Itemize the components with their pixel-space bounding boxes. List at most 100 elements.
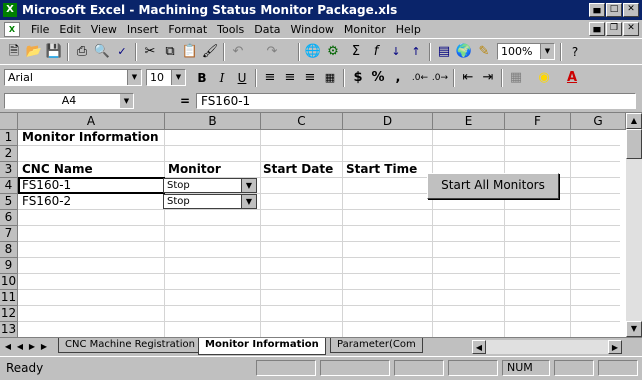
last-sheet-icon[interactable]: ▶: [38, 340, 50, 353]
paste-function-icon[interactable]: f: [366, 43, 386, 61]
menu-edit[interactable]: Edit: [54, 23, 85, 36]
row-header-11[interactable]: 11: [0, 290, 18, 306]
menu-tools[interactable]: Tools: [212, 23, 249, 36]
align-right-icon[interactable]: ≡: [300, 69, 320, 87]
menu-data[interactable]: Data: [249, 23, 285, 36]
cut-icon[interactable]: ✂: [140, 43, 160, 61]
column-header-f[interactable]: F: [505, 113, 571, 130]
new-icon[interactable]: 🗎: [4, 43, 24, 61]
print-icon[interactable]: ⎙: [72, 43, 92, 61]
sort-ascending-icon[interactable]: ↓: [386, 43, 406, 61]
tab-parameter[interactable]: Parameter(Com: [330, 338, 423, 353]
menu-window[interactable]: Window: [286, 23, 339, 36]
column-header-c[interactable]: C: [261, 113, 343, 130]
row-header-10[interactable]: 10: [0, 274, 18, 290]
autosum-icon[interactable]: Σ: [346, 43, 366, 61]
chevron-down-icon[interactable]: ▼: [540, 44, 554, 59]
horizontal-scrollbar[interactable]: ◀ ▶: [472, 340, 622, 354]
menu-insert[interactable]: Insert: [122, 23, 164, 36]
workbook-icon[interactable]: X: [4, 21, 20, 37]
scroll-right-icon[interactable]: ▶: [608, 340, 622, 354]
name-box[interactable]: A4 ▼: [4, 93, 134, 109]
sheet-title[interactable]: Monitor Information: [22, 130, 159, 145]
menu-format[interactable]: Format: [163, 23, 212, 36]
save-icon[interactable]: 💾: [44, 43, 64, 61]
underline-icon[interactable]: U: [232, 69, 252, 87]
row-header-7[interactable]: 7: [0, 226, 18, 242]
percent-icon[interactable]: %: [368, 69, 388, 87]
row-header-13[interactable]: 13: [0, 322, 18, 337]
cnc-name-cell[interactable]: FS160-2: [22, 194, 71, 209]
row-header-3[interactable]: 3: [0, 162, 18, 178]
cnc-name-cell[interactable]: FS160-1: [18, 177, 165, 194]
column-header-g[interactable]: G: [571, 113, 626, 130]
drawing-icon[interactable]: ✎: [474, 43, 494, 61]
hyperlink-icon[interactable]: 🌐: [303, 43, 323, 61]
bold-icon[interactable]: B: [192, 69, 212, 87]
print-preview-icon[interactable]: 🔍: [92, 43, 112, 61]
fill-color-icon[interactable]: ◉: [534, 69, 554, 87]
help-icon[interactable]: ?: [565, 43, 585, 61]
row-header-4[interactable]: 4: [0, 178, 18, 194]
select-all-corner[interactable]: [0, 113, 18, 130]
equals-sign[interactable]: =: [180, 94, 190, 108]
decrease-decimal-icon[interactable]: .0→: [430, 69, 450, 87]
doc-restore-button[interactable]: ❐: [606, 22, 622, 36]
row-header-9[interactable]: 9: [0, 258, 18, 274]
map-icon[interactable]: 🌍: [454, 43, 474, 61]
sort-descending-icon[interactable]: ↑: [406, 43, 426, 61]
copy-icon[interactable]: ⧉: [160, 43, 180, 61]
currency-icon[interactable]: $: [348, 69, 368, 87]
doc-close-button[interactable]: ✕: [623, 22, 639, 36]
prev-sheet-icon[interactable]: ◀: [14, 340, 26, 353]
header-monitor[interactable]: Monitor: [168, 162, 221, 177]
column-header-b[interactable]: B: [165, 113, 261, 130]
open-icon[interactable]: 📂: [24, 43, 44, 61]
chevron-down-icon[interactable]: ▼: [171, 70, 185, 85]
row-header-2[interactable]: 2: [0, 146, 18, 162]
undo-icon[interactable]: ↶: [228, 43, 248, 61]
chevron-down-icon[interactable]: ▼: [120, 94, 133, 108]
italic-icon[interactable]: I: [212, 69, 232, 87]
zoom-select[interactable]: 100% ▼: [497, 43, 555, 60]
column-header-e[interactable]: E: [433, 113, 505, 130]
align-left-icon[interactable]: ≡: [260, 69, 280, 87]
borders-icon[interactable]: ▦: [506, 69, 526, 87]
header-start-date[interactable]: Start Date: [263, 162, 333, 177]
menu-monitor[interactable]: Monitor: [339, 23, 391, 36]
menu-help[interactable]: Help: [391, 23, 426, 36]
spelling-icon[interactable]: ✓: [112, 43, 132, 61]
spreadsheet-grid[interactable]: A B C D E F G 1 2 3 4 5 6 7 8 9 10 11 12…: [0, 113, 642, 337]
monitor-dropdown[interactable]: Stop ▼: [163, 178, 257, 193]
tab-cnc-machine-registration[interactable]: CNC Machine Registration: [58, 338, 202, 353]
start-all-monitors-button[interactable]: Start All Monitors: [427, 173, 559, 199]
first-sheet-icon[interactable]: ◀: [2, 340, 14, 353]
column-header-d[interactable]: D: [343, 113, 433, 130]
row-header-1[interactable]: 1: [0, 130, 18, 146]
chevron-down-icon[interactable]: ▼: [127, 70, 141, 85]
chart-wizard-icon[interactable]: ▤: [434, 43, 454, 61]
font-color-icon[interactable]: A: [562, 69, 582, 87]
font-select[interactable]: Arial ▼: [4, 69, 142, 86]
menu-view[interactable]: View: [86, 23, 122, 36]
row-header-5[interactable]: 5: [0, 194, 18, 210]
redo-icon[interactable]: ↷: [262, 43, 282, 61]
column-header-a[interactable]: A: [18, 113, 165, 130]
decrease-indent-icon[interactable]: ⇤: [458, 69, 478, 87]
formula-input[interactable]: FS160-1: [196, 93, 636, 109]
header-start-time[interactable]: Start Time: [346, 162, 417, 177]
comma-style-icon[interactable]: ,: [388, 69, 408, 87]
font-size-select[interactable]: 10 ▼: [146, 69, 186, 86]
maximize-button[interactable]: □: [606, 3, 622, 17]
format-painter-icon[interactable]: 🖌: [200, 43, 220, 61]
web-toolbar-icon[interactable]: ⚙: [323, 43, 343, 61]
row-header-6[interactable]: 6: [0, 210, 18, 226]
scroll-up-icon[interactable]: ▲: [626, 113, 642, 129]
merge-center-icon[interactable]: ▦: [320, 69, 340, 87]
monitor-dropdown[interactable]: Stop ▼: [163, 194, 257, 209]
menu-file[interactable]: File: [26, 23, 54, 36]
vertical-scrollbar[interactable]: ▲ ▼: [626, 113, 642, 337]
chevron-down-icon[interactable]: ▼: [241, 179, 256, 192]
increase-decimal-icon[interactable]: .0←: [410, 69, 430, 87]
paste-icon[interactable]: 📋: [180, 43, 200, 61]
